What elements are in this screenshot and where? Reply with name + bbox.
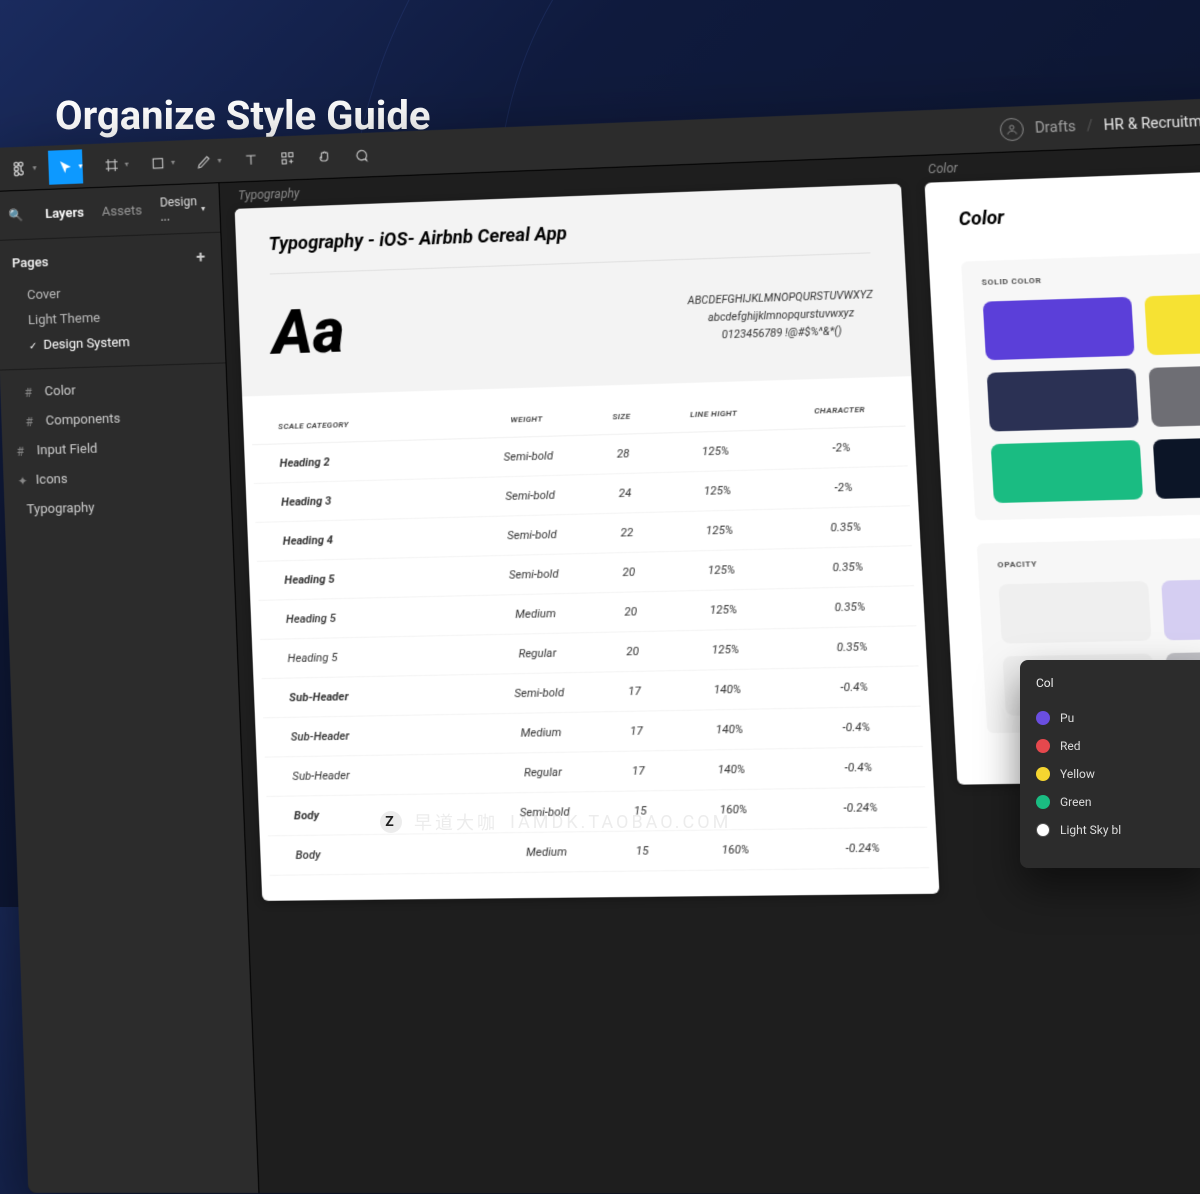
check-icon: ✓ [29, 341, 38, 352]
chevron-down-icon: ▾ [125, 160, 129, 169]
design-dropdown[interactable]: Design ... ▾ [160, 194, 206, 224]
chevron-down-icon: ▾ [32, 163, 36, 172]
color-swatch[interactable] [1144, 291, 1200, 355]
legend-color-dot [1036, 739, 1050, 753]
comment-tool-button[interactable] [343, 137, 379, 173]
color-swatch[interactable] [1153, 436, 1200, 499]
typography-sample-large: Aa [271, 294, 346, 369]
legend-title: Col [1036, 676, 1194, 690]
table-header: CHARACTER [774, 387, 906, 430]
legend-label: Red [1060, 739, 1081, 753]
legend-label: Yellow [1060, 767, 1095, 781]
frame-icon: # [25, 414, 38, 429]
chevron-down-icon: ▾ [78, 161, 82, 170]
legend-color-dot [1036, 711, 1050, 725]
legend-label: Light Sky bl [1060, 823, 1121, 837]
opacity-label: OPACITY [997, 549, 1200, 570]
typography-glyph-sample: ABCDEFGHIJKLMNOPQURSTUVWXYZ abcdefghijkl… [687, 287, 875, 345]
tab-assets[interactable]: Assets [102, 203, 143, 220]
chevron-down-icon: ▾ [171, 158, 175, 167]
left-sidebar: 🔍 Layers Assets Design ... ▾ Pages + Cov… [0, 183, 260, 1193]
color-swatch[interactable] [991, 440, 1143, 503]
text-tool-button[interactable] [233, 141, 269, 177]
legend-color-dot [1036, 795, 1050, 809]
color-swatch[interactable] [999, 581, 1152, 644]
layer-item[interactable]: Typography [4, 490, 232, 525]
user-avatar-icon[interactable] [1000, 117, 1025, 141]
table-header: WEIGHT [462, 396, 591, 438]
table-header: LINE HIGHT [652, 391, 776, 433]
legend-row: Light Sky bl [1036, 816, 1194, 844]
frame-icon: # [16, 444, 29, 459]
legend-row: Green [1036, 788, 1194, 816]
breadcrumb-file[interactable]: HR & Recruitment App - Inte... [1103, 109, 1200, 134]
breadcrumb-folder[interactable]: Drafts [1034, 118, 1076, 136]
typography-scale-table: SCALE CATEGORYWEIGHTSIZELINE HIGHTCHARAC… [251, 387, 930, 876]
color-swatch[interactable] [983, 297, 1135, 360]
legend-row: Pu [1036, 704, 1194, 732]
legend-label: Green [1060, 795, 1091, 809]
legend-row: Yellow [1036, 760, 1194, 788]
color-swatch[interactable] [1148, 363, 1200, 427]
chevron-down-icon: ▾ [217, 156, 221, 165]
page-item[interactable]: ✓Design System [14, 327, 208, 359]
figma-app-window: ▾ ▾ ▾ ▾ ▾ [0, 93, 1200, 1194]
search-icon[interactable]: 🔍 [8, 208, 23, 223]
breadcrumb-separator: / [1086, 117, 1093, 134]
resources-button[interactable] [270, 140, 306, 176]
frame-icon: # [24, 385, 37, 400]
component-icon: ✦ [17, 473, 28, 487]
legend-color-dot [1036, 823, 1050, 837]
table-header: SIZE [589, 394, 654, 435]
legend-label: Pu [1060, 711, 1074, 725]
solid-color-label: SOLID COLOR [981, 261, 1200, 287]
color-swatch[interactable] [987, 368, 1139, 431]
legend-color-dot [1036, 767, 1050, 781]
color-legend-panel: Col Pu Red Yellow Green Light Sky bl [1020, 660, 1200, 868]
pages-section-label: Pages [12, 255, 49, 271]
color-swatch[interactable] [1161, 577, 1200, 640]
layers-list: #Color #Components #Input Field ✦Icons T… [0, 363, 232, 533]
typography-frame[interactable]: Typography - iOS- Airbnb Cereal App Aa A… [235, 184, 940, 901]
hand-tool-button[interactable] [306, 138, 342, 174]
tab-layers[interactable]: Layers [45, 205, 84, 222]
legend-row: Red [1036, 732, 1194, 760]
table-header: SCALE CATEGORY [251, 400, 464, 445]
add-page-button[interactable]: + [196, 247, 206, 267]
color-title: Color [958, 190, 1200, 231]
watermark: Z 早道大咖 IAMDK.TAOBAO.COM [380, 809, 731, 835]
